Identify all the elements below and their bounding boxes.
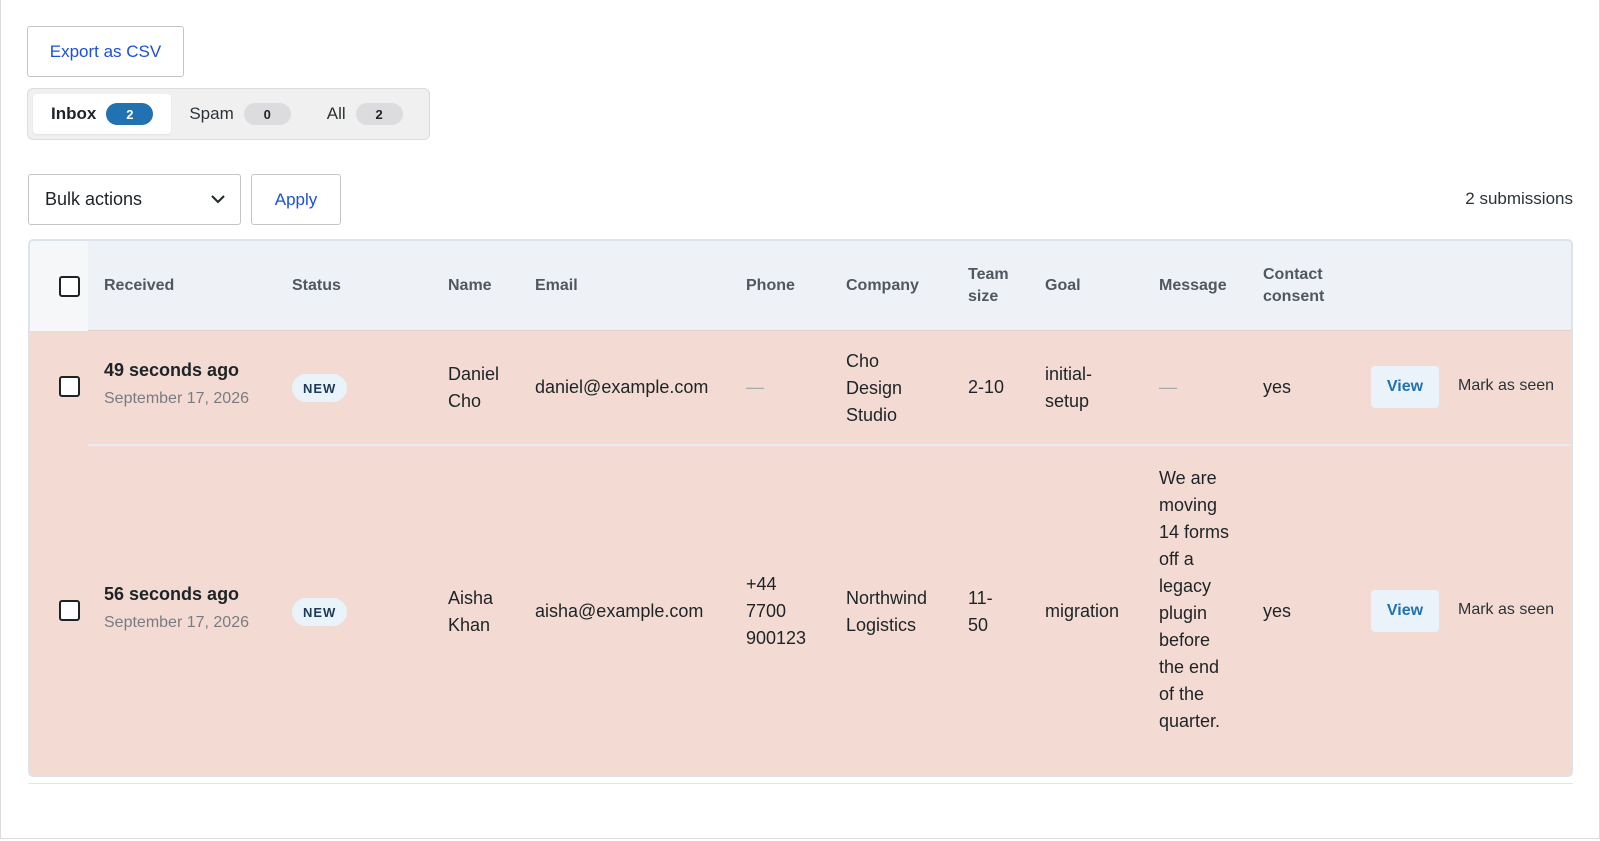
mark-as-seen-link[interactable]: Mark as seen [1458, 377, 1554, 395]
received-date: September 17, 2026 [104, 390, 249, 407]
tab-all-label: All [326, 104, 346, 123]
bulk-actions-select[interactable]: Bulk actions [28, 174, 241, 225]
tab-inbox-label: Inbox [51, 104, 97, 123]
view-button[interactable]: View [1371, 366, 1439, 408]
submissions-count: 2 submissions [1465, 189, 1573, 208]
tab-spam-count: 0 [243, 103, 291, 125]
name-cell: Aisha Khan [448, 588, 494, 635]
bulk-actions-label: Bulk actions [45, 189, 143, 209]
message-cell: We are moving 14 forms off a legacy plug… [1159, 468, 1230, 731]
table-row: 49 seconds ago September 17, 2026 NEW Da… [30, 331, 1571, 444]
header-phone[interactable]: Phone [746, 275, 795, 297]
status-tabs: Inbox 2 Spam 0 All 2 [27, 88, 430, 140]
received-date: September 17, 2026 [104, 614, 249, 631]
header-goal[interactable]: Goal [1045, 275, 1081, 297]
email-cell: daniel@example.com [535, 377, 709, 397]
view-button[interactable]: View [1371, 590, 1439, 632]
received-relative: 56 seconds ago [104, 584, 240, 604]
team-size-cell: 2-10 [968, 377, 1005, 397]
header-team-size[interactable]: Team size [968, 264, 1022, 308]
header-email[interactable]: Email [535, 275, 578, 297]
tab-all-count: 2 [355, 103, 403, 125]
phone-cell: +44 7700 900123 [746, 574, 807, 648]
tab-inbox-count: 2 [106, 103, 154, 125]
contact-consent-cell: yes [1263, 601, 1292, 621]
header-message[interactable]: Message [1159, 275, 1227, 297]
chevron-down-icon [211, 195, 225, 204]
email-cell: aisha@example.com [535, 601, 704, 621]
company-cell: Northwind Logistics [846, 588, 928, 635]
row-checkbox[interactable] [59, 600, 80, 621]
goal-cell: initial-setup [1045, 364, 1093, 411]
select-all-checkbox[interactable] [59, 276, 80, 297]
header-status[interactable]: Status [292, 275, 341, 297]
header-received[interactable]: Received [104, 275, 174, 297]
status-badge: NEW [292, 374, 348, 402]
company-cell: Cho Design Studio [846, 351, 903, 425]
goal-cell: migration [1045, 601, 1120, 621]
team-size-cell: 11-50 [968, 588, 993, 635]
header-company[interactable]: Company [846, 275, 919, 297]
header-name[interactable]: Name [448, 275, 492, 297]
mark-as-seen-link[interactable]: Mark as seen [1458, 601, 1554, 619]
name-cell: Daniel Cho [448, 364, 500, 411]
row-checkbox[interactable] [59, 376, 80, 397]
table-row: 56 seconds ago September 17, 2026 NEW Ai… [30, 446, 1571, 775]
header-contact-consent[interactable]: Contact consent [1263, 264, 1343, 308]
submissions-table: Received Status Name Email Phone Company… [28, 239, 1573, 777]
apply-button[interactable]: Apply [251, 174, 341, 225]
phone-cell: — [746, 377, 764, 397]
export-csv-button[interactable]: Export as CSV [27, 26, 184, 77]
tab-all[interactable]: All 2 [309, 94, 421, 134]
tab-spam[interactable]: Spam 0 [171, 94, 308, 134]
contact-consent-cell: yes [1263, 377, 1292, 397]
status-badge: NEW [292, 598, 348, 626]
tab-inbox[interactable]: Inbox 2 [33, 94, 172, 134]
tab-spam-label: Spam [189, 104, 234, 123]
table-header: Received Status Name Email Phone Company… [30, 241, 1571, 331]
message-cell: — [1159, 377, 1177, 397]
received-relative: 49 seconds ago [104, 360, 240, 380]
table-footer-rule [28, 783, 1573, 784]
